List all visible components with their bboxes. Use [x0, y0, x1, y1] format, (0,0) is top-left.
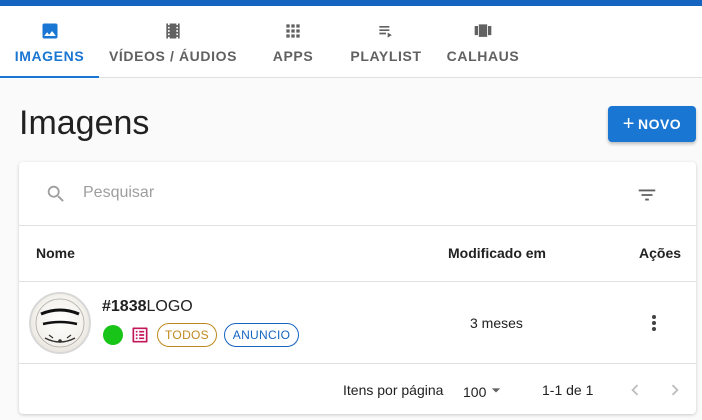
item-id: #1838 — [102, 298, 147, 315]
pagination-range: 1-1 de 1 — [542, 382, 594, 398]
tab-videos-audios[interactable]: VÍDEOS / ÁUDIOS — [99, 6, 247, 78]
table-row[interactable]: #1838LOGO TODOS ANUNCIO 3 meses — [19, 282, 696, 364]
search-icon — [45, 183, 67, 210]
column-header-name[interactable]: Nome — [36, 245, 75, 261]
table-header: Nome Modificado em Ações — [19, 226, 696, 282]
column-header-modified[interactable]: Modificado em — [448, 245, 546, 261]
rows-per-page-select[interactable]: 100 — [463, 380, 506, 403]
pagination-footer: Itens por página 100 1-1 de 1 — [19, 364, 696, 414]
images-table-card: Nome Modificado em Ações #1838LOGO TODOS… — [19, 162, 696, 414]
tab-label: VÍDEOS / ÁUDIOS — [108, 48, 238, 64]
item-name: LOGO — [146, 298, 193, 315]
image-icon — [40, 20, 60, 42]
chevron-right-icon[interactable] — [664, 379, 686, 404]
new-button-label: NOVO — [637, 116, 682, 132]
status-active-indicator — [103, 325, 123, 345]
tab-bar: IMAGENS VÍDEOS / ÁUDIOS APPS PLAYLIST CA… — [0, 6, 702, 78]
column-header-actions: Ações — [639, 245, 682, 261]
filter-icon[interactable] — [636, 184, 658, 211]
apps-grid-icon — [283, 20, 303, 42]
playlist-play-icon — [376, 20, 396, 42]
tab-imagens[interactable]: IMAGENS — [0, 6, 99, 78]
tab-label: CALHAUS — [446, 48, 520, 64]
search-bar — [19, 162, 696, 226]
rows-per-page-value: 100 — [463, 383, 487, 400]
page-title: Imagens — [19, 104, 150, 142]
modified-date: 3 meses — [470, 315, 523, 331]
tag-chip[interactable]: ANUNCIO — [224, 323, 299, 347]
tab-label: PLAYLIST — [350, 48, 422, 64]
item-title[interactable]: #1838LOGO — [102, 298, 193, 316]
thumbnail-image — [29, 292, 91, 354]
new-button[interactable]: + NOVO — [608, 106, 696, 142]
chevron-left-icon[interactable] — [624, 379, 646, 404]
search-input[interactable] — [83, 181, 583, 205]
tab-label: APPS — [272, 48, 314, 64]
film-icon — [163, 20, 183, 42]
rows-per-page-label: Itens por página — [343, 382, 444, 398]
tab-label: IMAGENS — [14, 48, 85, 64]
dropdown-arrow-icon — [486, 380, 506, 403]
tag-chip[interactable]: TODOS — [157, 323, 217, 347]
list-alt-icon[interactable] — [130, 325, 150, 350]
plus-icon: + — [622, 113, 635, 135]
tab-calhaus[interactable]: CALHAUS — [433, 6, 533, 78]
more-vert-icon[interactable] — [646, 311, 662, 340]
tab-apps[interactable]: APPS — [247, 6, 339, 78]
tab-playlist[interactable]: PLAYLIST — [339, 6, 433, 78]
view-carousel-icon — [473, 20, 493, 42]
